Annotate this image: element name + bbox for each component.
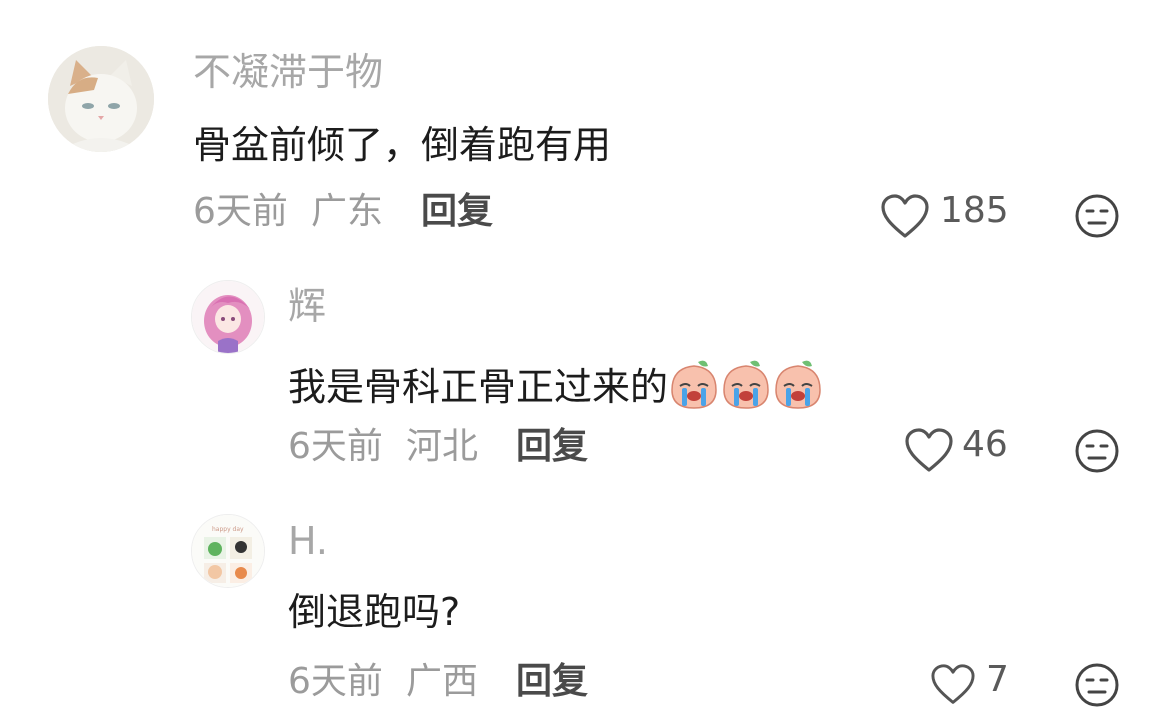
username[interactable]: 辉	[288, 287, 326, 325]
like-count: 185	[940, 190, 1009, 231]
location: 广西	[406, 661, 479, 702]
reply-button[interactable]: 回复	[516, 664, 588, 700]
crying-peach-emoji-icon	[671, 360, 717, 409]
anime-girl-avatar-icon	[192, 281, 264, 353]
timestamp: 6天前	[288, 661, 383, 702]
cartoon-grid-avatar-icon: happy day	[192, 515, 264, 587]
comment-text-content: 我是骨科正骨正过来的	[288, 365, 669, 409]
dislike-face-icon[interactable]	[1074, 428, 1120, 474]
location: 河北	[406, 426, 479, 467]
heart-icon[interactable]	[880, 194, 930, 240]
comment-text: 我是骨科正骨正过来的	[288, 358, 824, 410]
username[interactable]: H.	[288, 522, 328, 560]
crying-peach-emoji-icon	[723, 360, 769, 409]
like-count: 7	[986, 659, 1009, 700]
heart-icon[interactable]	[930, 664, 976, 706]
reply-button[interactable]: 回复	[421, 194, 493, 230]
timestamp: 6天前	[193, 191, 288, 232]
comment-text: 倒退跑吗?	[288, 590, 461, 634]
user-avatar[interactable]: happy day	[191, 514, 265, 588]
like-count: 46	[962, 424, 1008, 465]
reply-button[interactable]: 回复	[516, 429, 588, 465]
white-cat-avatar-icon	[48, 46, 154, 152]
dislike-face-icon[interactable]	[1074, 193, 1120, 239]
comment-text: 骨盆前倾了，倒着跑有用	[193, 123, 612, 167]
heart-icon[interactable]	[904, 428, 954, 474]
user-avatar[interactable]	[191, 280, 265, 354]
username[interactable]: 不凝滞于物	[193, 53, 383, 91]
location: 广东	[311, 191, 384, 232]
svg-text:happy day: happy day	[212, 526, 244, 533]
crying-peach-emoji-icon	[775, 360, 821, 409]
timestamp: 6天前	[288, 426, 383, 467]
user-avatar[interactable]	[48, 46, 154, 152]
dislike-face-icon[interactable]	[1074, 662, 1120, 708]
